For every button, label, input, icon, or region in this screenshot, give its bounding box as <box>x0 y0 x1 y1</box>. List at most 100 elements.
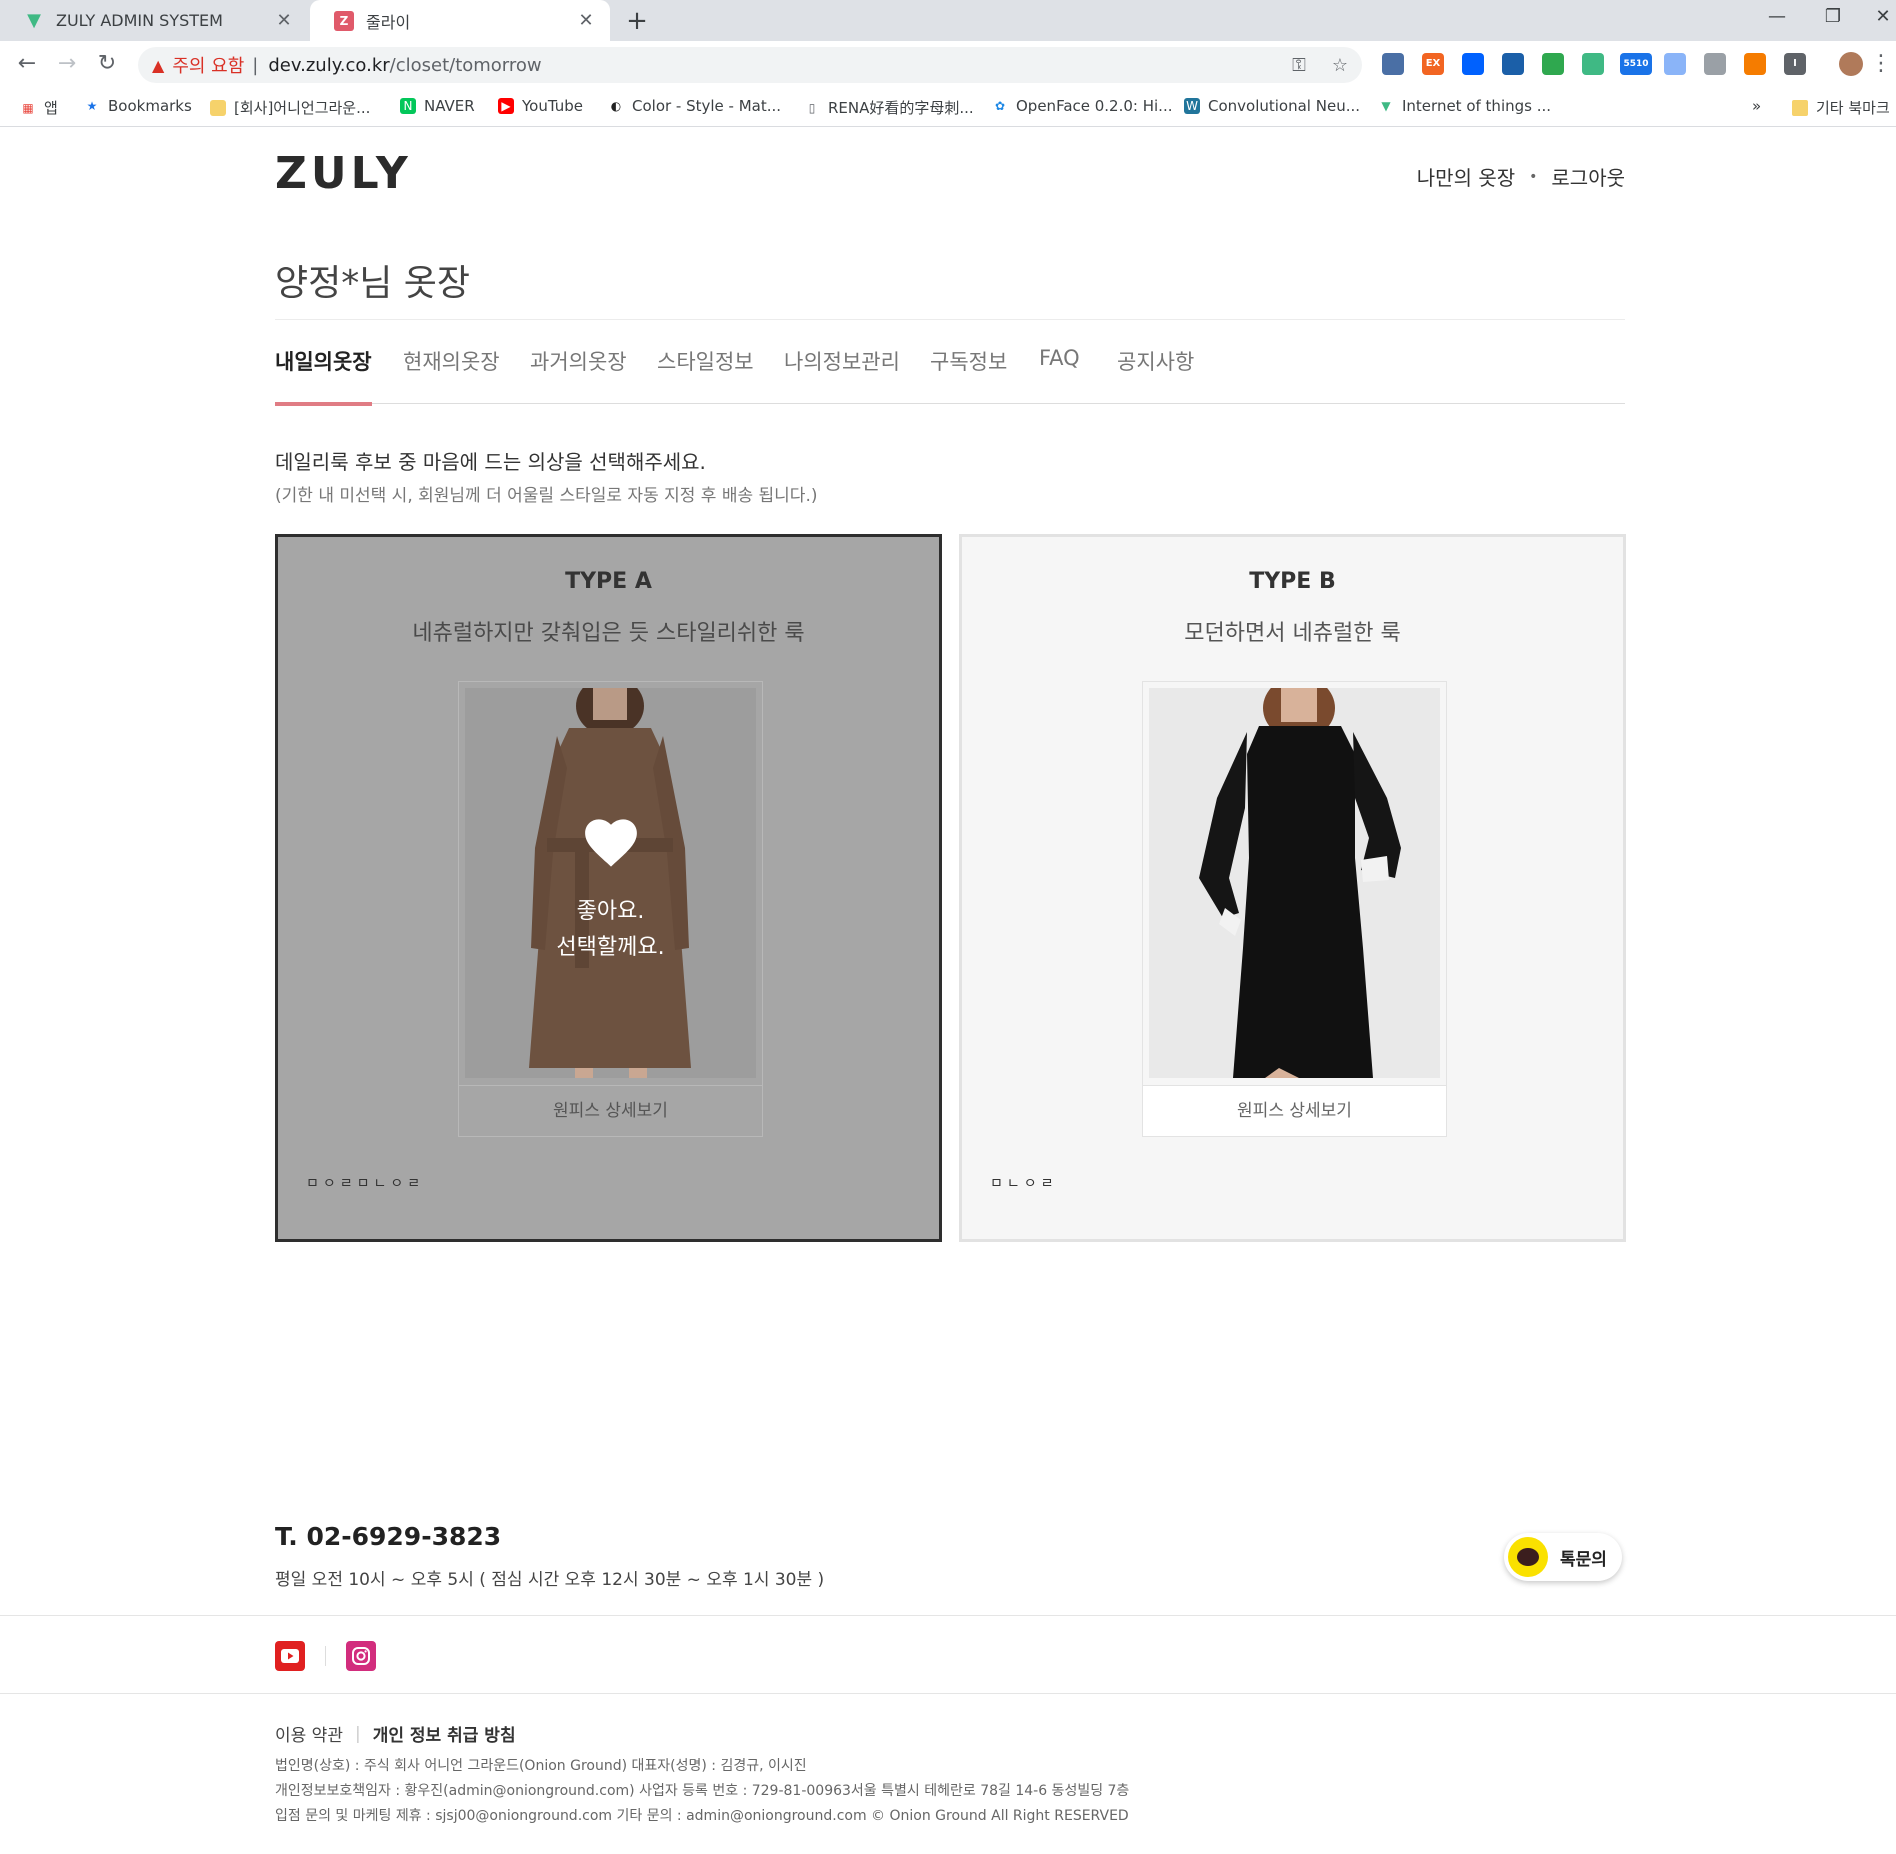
url-path: /closet/tomorrow <box>389 54 542 76</box>
youtube-icon: ▶ <box>498 98 514 114</box>
bookmark-item[interactable]: ✿ OpenFace 0.2.0: Hi... <box>992 97 1173 115</box>
send-ext-icon[interactable] <box>1664 53 1686 75</box>
social-links <box>275 1641 376 1671</box>
youtube-icon[interactable] <box>275 1641 305 1671</box>
star-icon[interactable]: ☆ <box>1332 55 1348 76</box>
security-warning[interactable]: 주의 요함 <box>172 52 244 78</box>
option-card-type-b[interactable]: TYPE B 모던하면서 네츄럴한 룩 원피스 상세보기 ㅁㄴㅇㄹ <box>959 534 1626 1242</box>
tab-subscription[interactable]: 구독정보 <box>930 346 1007 404</box>
close-icon[interactable]: ✕ <box>576 10 596 31</box>
product-box: 좋아요. 선택할께요. 원피스 상세보기 <box>458 681 763 1137</box>
privacy-link[interactable]: 개인 정보 취급 방침 <box>373 1721 516 1746</box>
footer-hours: 평일 오전 10시 ~ 오후 5시 ( 점심 시간 오후 12시 30분 ~ 오… <box>275 1570 825 1590</box>
kakao-chat-label: 톡문의 <box>1560 1549 1607 1570</box>
tab-title: ZULY ADMIN SYSTEM <box>56 11 223 30</box>
social-separator <box>325 1646 326 1666</box>
folder-icon <box>210 99 226 116</box>
tab-past-closet[interactable]: 과거의옷장 <box>530 346 627 404</box>
dress-detail-button[interactable]: 원피스 상세보기 <box>1143 1085 1446 1136</box>
browser-toolbar: ← → ↻ ▲ 주의 요함 | dev.zuly.co.kr /closet/t… <box>0 41 1896 87</box>
forward-arrow-icon[interactable]: → <box>52 49 82 79</box>
browser-tab-zuly[interactable]: Z 줄라이 ✕ <box>310 0 610 41</box>
dress-photo[interactable]: 좋아요. 선택할께요. <box>465 688 756 1078</box>
menu-kebab-icon[interactable]: ⋮ <box>1866 49 1896 79</box>
divider <box>0 1615 1896 1616</box>
paw-icon: ✿ <box>994 99 1006 113</box>
site-logo[interactable]: ZULY <box>275 148 412 199</box>
logout-link[interactable]: 로그아웃 <box>1551 162 1625 191</box>
tab-current-closet[interactable]: 현재의옷장 <box>403 346 500 404</box>
bookmark-item[interactable]: [회사]어니언그라운... <box>210 97 370 118</box>
dress-photo[interactable] <box>1149 688 1440 1078</box>
shield-ext-icon[interactable] <box>1542 53 1564 75</box>
tab-notice[interactable]: 공지사항 <box>1117 346 1194 404</box>
minimize-icon[interactable]: — <box>1762 6 1792 27</box>
nav-dot: • <box>1529 168 1538 185</box>
star-icon: ★ <box>86 99 98 113</box>
bookmark-label: Bookmarks <box>108 97 192 115</box>
corp-info-line: 개인정보보호책임자 : 황우진(admin@onionground.com) 사… <box>275 1783 1130 1799</box>
bookmark-item[interactable]: W Convolutional Neu... <box>1184 97 1360 115</box>
page-title: 양정*님 옷장 <box>275 263 471 304</box>
selected-message-line2: 선택할께요. <box>556 935 665 960</box>
option-card-type-a[interactable]: TYPE A 네츄럴하지만 갖춰입은 듯 스타일리쉬한 룩 좋아요. 선택할께요… <box>275 534 942 1242</box>
bookmark-item[interactable]: ▯ RENA好看的字母刺... <box>804 97 974 118</box>
my-closet-link[interactable]: 나만의 옷장 <box>1417 162 1515 191</box>
address-bar[interactable]: ▲ 주의 요함 | dev.zuly.co.kr /closet/tomorro… <box>138 47 1362 83</box>
divider <box>0 1693 1896 1694</box>
bookmarks-bar: ▦ 앱 ★ Bookmarks [회사]어니언그라운... N NAVER ▶ YouTube ◐… <box>0 87 1896 127</box>
memo-ext-icon[interactable] <box>1704 53 1726 75</box>
corp-info-line: 입점 문의 및 마케팅 제휴 : sjsj00@onionground.com … <box>275 1808 1129 1824</box>
profile-avatar[interactable] <box>1836 49 1866 79</box>
selection-guide-sub: (기한 내 미선택 시, 회원님께 더 어울릴 스타일로 자동 지정 후 배송 … <box>275 486 818 506</box>
bookmark-label: OpenFace 0.2.0: Hi... <box>1016 97 1173 115</box>
other-bookmarks[interactable]: 기타 북마크 <box>1792 97 1890 118</box>
bookmarks-more-icon[interactable]: » <box>1752 97 1761 115</box>
browser-tab-strip: ▼ ZULY ADMIN SYSTEM ✕ Z 줄라이 ✕ + — ❐ ✕ <box>0 0 1896 41</box>
tab-style-info[interactable]: 스타일정보 <box>657 346 754 404</box>
tab-faq[interactable]: FAQ <box>1039 346 1080 404</box>
globe-ext-icon[interactable] <box>1382 53 1404 75</box>
tab-my-info[interactable]: 나의정보관리 <box>784 346 900 404</box>
close-window-icon[interactable]: ✕ <box>1868 6 1896 27</box>
option-type-label: TYPE A <box>565 569 652 594</box>
key-icon[interactable]: ⚿ <box>1292 55 1306 76</box>
bookmark-item[interactable]: ★ Bookmarks <box>84 97 192 115</box>
ex-ext-icon[interactable]: EX <box>1422 53 1444 75</box>
address-separator: | <box>252 54 259 76</box>
bookmark-item[interactable]: N NAVER <box>400 97 475 115</box>
instagram-icon[interactable] <box>346 1641 376 1671</box>
selected-overlay: 좋아요. 선택할께요. <box>465 688 756 1078</box>
terms-link[interactable]: 이용 약관 <box>275 1721 343 1746</box>
reload-icon[interactable]: ↻ <box>92 49 122 79</box>
dropbox-ext-icon[interactable] <box>1462 53 1484 75</box>
wordpress-icon: W <box>1184 98 1200 114</box>
browser-tab-admin[interactable]: ▼ ZULY ADMIN SYSTEM ✕ <box>0 0 308 41</box>
new-tab-button[interactable]: + <box>622 6 652 36</box>
kakao-chat-button[interactable]: 톡문의 <box>1504 1533 1622 1581</box>
page: ZULY 나만의 옷장 • 로그아웃 양정*님 옷장 내일의옷장 현재의옷장 과… <box>0 128 1896 1854</box>
other-bookmarks-label: 기타 북마크 <box>1816 99 1890 117</box>
tab-tomorrow-closet[interactable]: 내일의옷장 <box>275 346 372 406</box>
restore-icon[interactable]: ❐ <box>1818 6 1848 27</box>
close-icon[interactable]: ✕ <box>274 10 294 31</box>
selection-guide: 데일리룩 후보 중 마음에 드는 의상을 선택해주세요. <box>275 450 706 474</box>
counter-ext-icon[interactable]: 5510 <box>1620 53 1652 75</box>
heart-icon <box>584 819 637 867</box>
bookmark-item[interactable]: ◐ Color - Style - Mat... <box>608 97 781 115</box>
bookmark-item[interactable]: ▦ 앱 <box>20 97 57 118</box>
chart-ext-icon[interactable] <box>1744 53 1766 75</box>
url-host: dev.zuly.co.kr <box>268 54 390 76</box>
bookmark-item[interactable]: ▼ Internet of things ... <box>1378 97 1551 115</box>
tab-title: 줄라이 <box>366 12 411 32</box>
bookmark-label: RENA好看的字母刺... <box>828 99 974 117</box>
dress-detail-button[interactable]: 원피스 상세보기 <box>459 1085 762 1136</box>
z-logo-icon: Z <box>334 10 354 31</box>
info-ext-icon[interactable]: I <box>1784 53 1806 75</box>
brand-label: ㅁㄴㅇㄹ <box>990 1176 1058 1192</box>
card-ext-icon[interactable] <box>1502 53 1524 75</box>
bookmark-item[interactable]: ▶ YouTube <box>498 97 583 115</box>
chat-bubble-icon <box>1508 1537 1548 1577</box>
vue-ext-icon[interactable] <box>1582 53 1604 75</box>
back-arrow-icon[interactable]: ← <box>12 49 42 79</box>
